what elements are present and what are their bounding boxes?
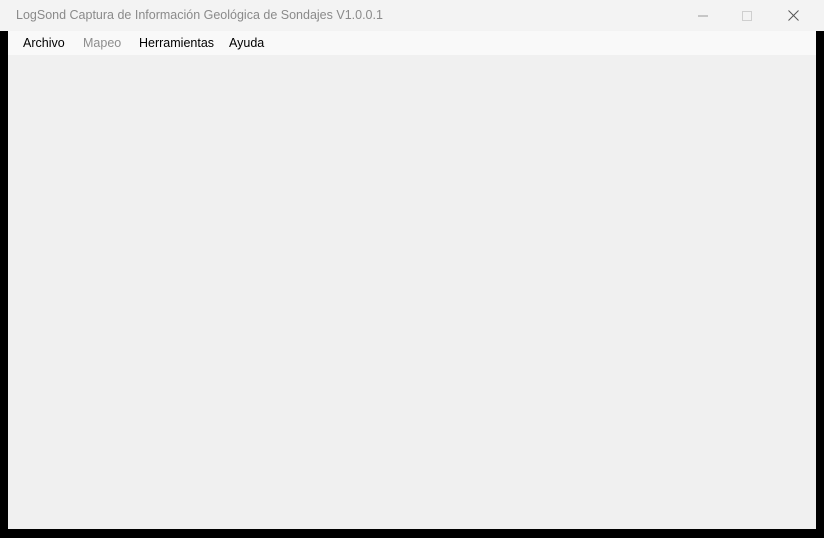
menu-mapeo: Mapeo bbox=[83, 36, 122, 50]
menu-herramientas[interactable]: Herramientas bbox=[139, 36, 214, 50]
close-icon bbox=[787, 10, 799, 21]
maximize-button[interactable] bbox=[724, 0, 770, 31]
menu-ayuda[interactable]: Ayuda bbox=[229, 36, 264, 50]
title-bar[interactable]: LogSond Captura de Información Geológica… bbox=[0, 0, 824, 31]
menu-archivo[interactable]: Archivo bbox=[23, 36, 65, 50]
minimize-button[interactable] bbox=[680, 0, 726, 31]
window-title: LogSond Captura de Información Geológica… bbox=[16, 8, 383, 22]
maximize-icon bbox=[742, 10, 752, 21]
mdi-client-area bbox=[8, 55, 816, 529]
minimize-icon bbox=[698, 15, 708, 16]
main-content: Archivo Mapeo Herramientas Ayuda bbox=[8, 31, 816, 529]
close-button[interactable] bbox=[770, 0, 816, 31]
app-window: LogSond Captura de Información Geológica… bbox=[0, 0, 824, 538]
menu-bar: Archivo Mapeo Herramientas Ayuda bbox=[8, 31, 816, 55]
